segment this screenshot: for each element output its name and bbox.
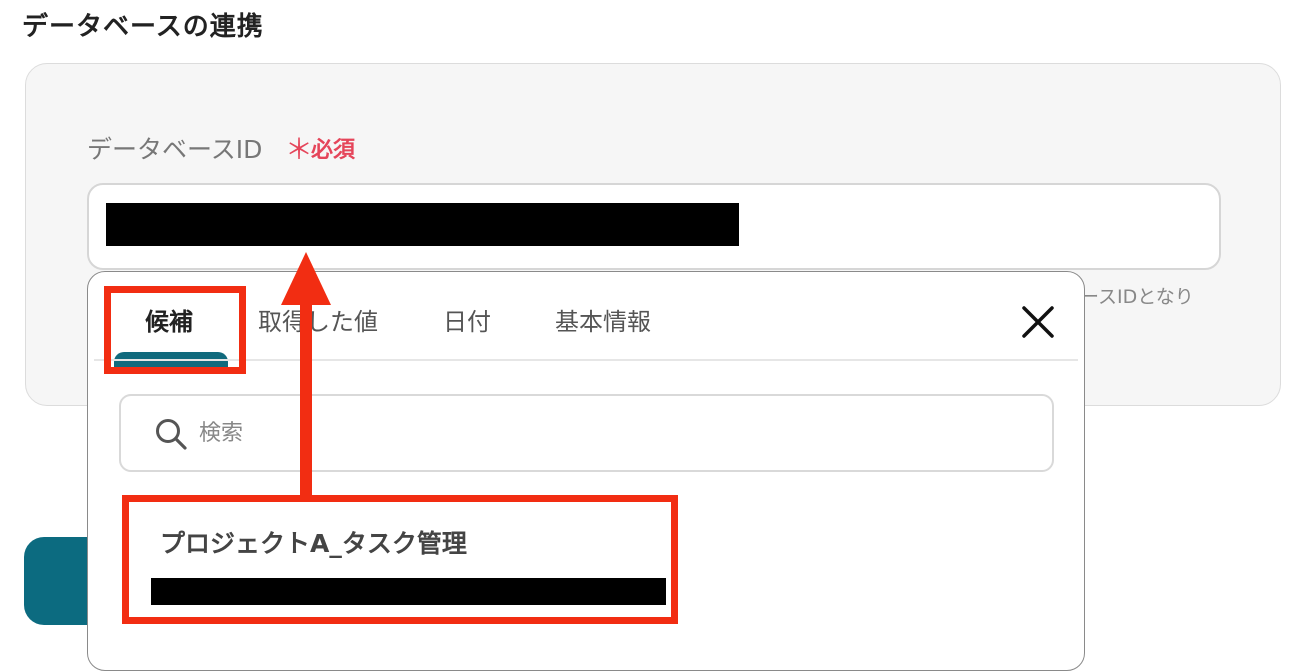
annotation-arrow xyxy=(281,252,331,496)
